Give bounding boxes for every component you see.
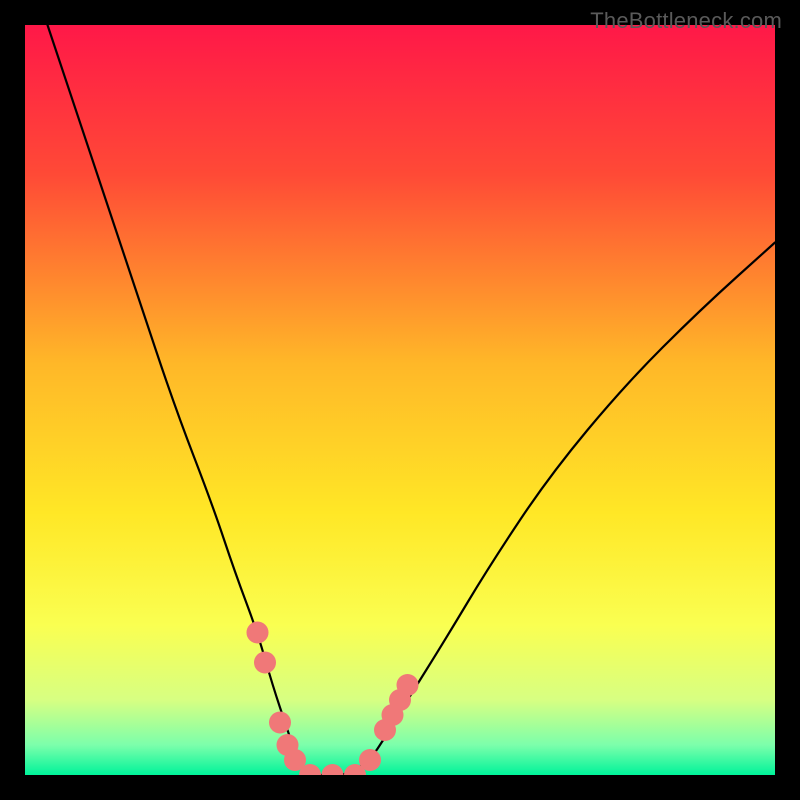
marker-point bbox=[254, 652, 276, 674]
plot-area bbox=[25, 25, 775, 775]
marker-point bbox=[359, 749, 381, 771]
chart-frame: TheBottleneck.com bbox=[0, 0, 800, 800]
highlighted-points bbox=[247, 622, 419, 776]
bottleneck-curve bbox=[48, 25, 776, 775]
watermark-text: TheBottleneck.com bbox=[590, 8, 782, 34]
marker-point bbox=[322, 764, 344, 775]
marker-point bbox=[247, 622, 269, 644]
curve-layer bbox=[25, 25, 775, 775]
marker-point bbox=[269, 712, 291, 734]
marker-point bbox=[397, 674, 419, 696]
